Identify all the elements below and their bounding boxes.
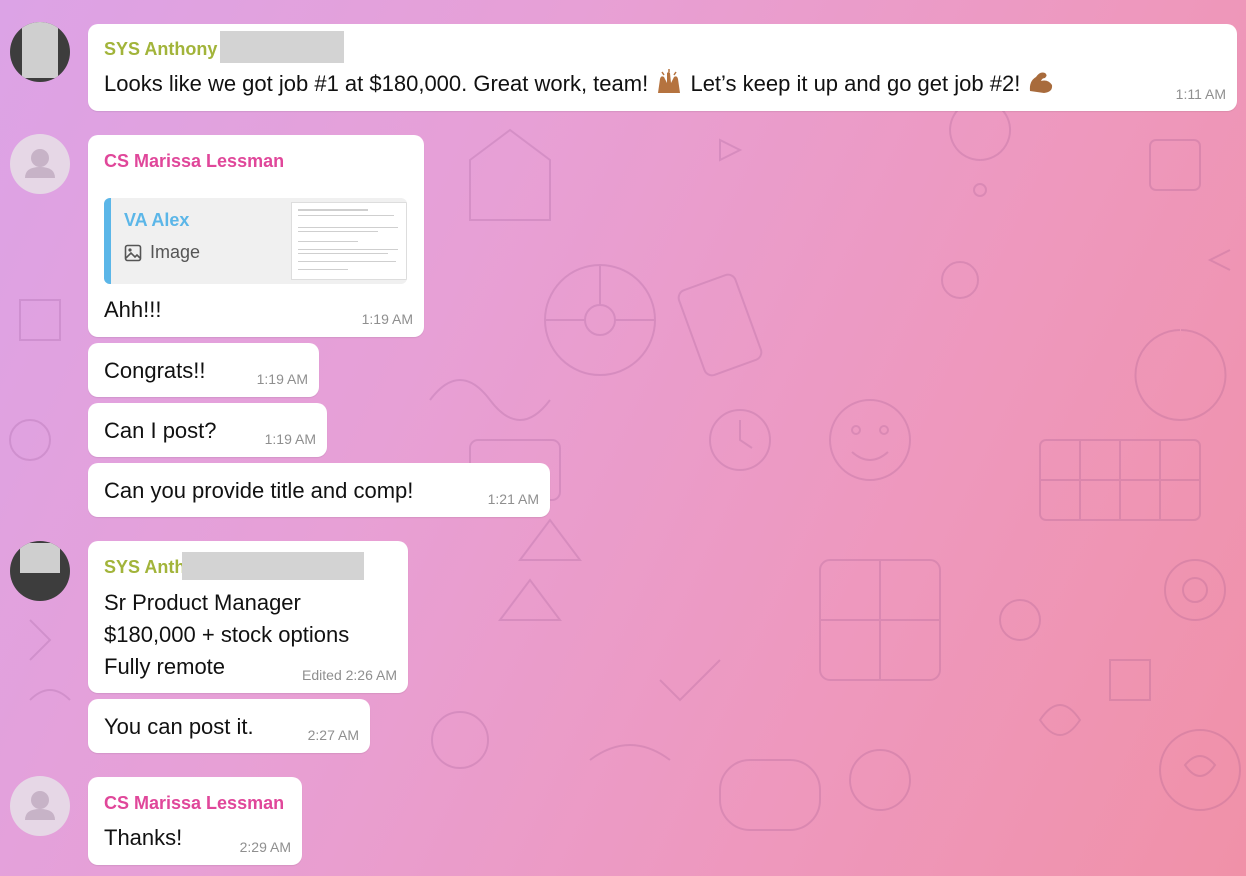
sender-name[interactable]: CS Marissa Lessman [104,793,284,814]
message-time: 1:19 AM [264,431,316,447]
message-time: 1:11 AM [1175,86,1226,102]
avatar-cs-marissa[interactable] [10,776,70,836]
reply-media-type: Image [150,242,201,262]
message-bubble[interactable]: Congrats!! 1:19 AM [88,343,319,397]
sender-name[interactable]: SYS Anth [104,557,185,578]
avatar-sys-anthony[interactable] [10,541,70,601]
raising-hands-emoji [658,69,681,93]
message-text: Ahh!!! [104,297,162,322]
message-time-edited: Edited 2:26 AM [302,667,397,683]
reply-accent-bar [104,198,111,284]
message-bubble[interactable]: Can I post? 1:19 AM [88,403,327,457]
flexed-biceps-emoji [1030,72,1053,93]
message-line: Sr Product Manager [104,590,301,615]
message-time: 1:19 AM [256,371,308,387]
sender-name[interactable]: CS Marissa Lessman [104,151,284,172]
message-bubble[interactable]: You can post it. 2:27 AM [88,699,370,753]
redacted-block [220,31,344,63]
message-text-part: Looks like we got job #1 at $180,000. Gr… [104,71,649,96]
message-text: Congrats!! [104,358,206,383]
user-placeholder-icon [25,791,55,820]
image-icon [124,244,142,261]
message-text: Looks like we got job #1 at $180,000. Gr… [104,68,1056,100]
message-text: Can I post? [104,418,217,443]
avatar-sys-anthony[interactable] [10,22,70,82]
message-bubble[interactable]: CS Marissa Lessman VA Alex Image Ahh!!! … [88,135,424,337]
reply-media-label: Image [124,242,200,263]
user-placeholder-icon [25,149,55,178]
message-bubble[interactable]: SYS Anthony Looks like we got job #1 at … [88,24,1237,111]
avatar-cs-marissa[interactable] [10,134,70,194]
message-time: 2:27 AM [307,727,359,743]
message-bubble[interactable]: Can you provide title and comp! 1:21 AM [88,463,550,517]
message-line: Fully remote [104,654,226,679]
reply-preview[interactable]: VA Alex Image [104,198,407,284]
redacted-block [182,552,364,580]
message-text: Can you provide title and comp! [104,478,414,503]
message-time: 2:29 AM [239,839,291,855]
message-text: You can post it. [104,714,254,739]
reply-image-thumbnail [291,202,407,280]
message-text-part: Let’s keep it up and go get job #2! [690,71,1021,96]
message-bubble[interactable]: CS Marissa Lessman Thanks! 2:29 AM [88,777,302,865]
message-time: 1:21 AM [487,491,539,507]
message-line: $180,000 + stock options [104,622,350,647]
message-bubble[interactable]: SYS Anth Sr Product Manager $180,000 + s… [88,541,408,693]
message-time: 1:19 AM [361,311,413,327]
sender-name[interactable]: SYS Anthony [104,39,217,60]
reply-sender-name: VA Alex [124,210,190,230]
message-text: Thanks! [104,825,183,850]
